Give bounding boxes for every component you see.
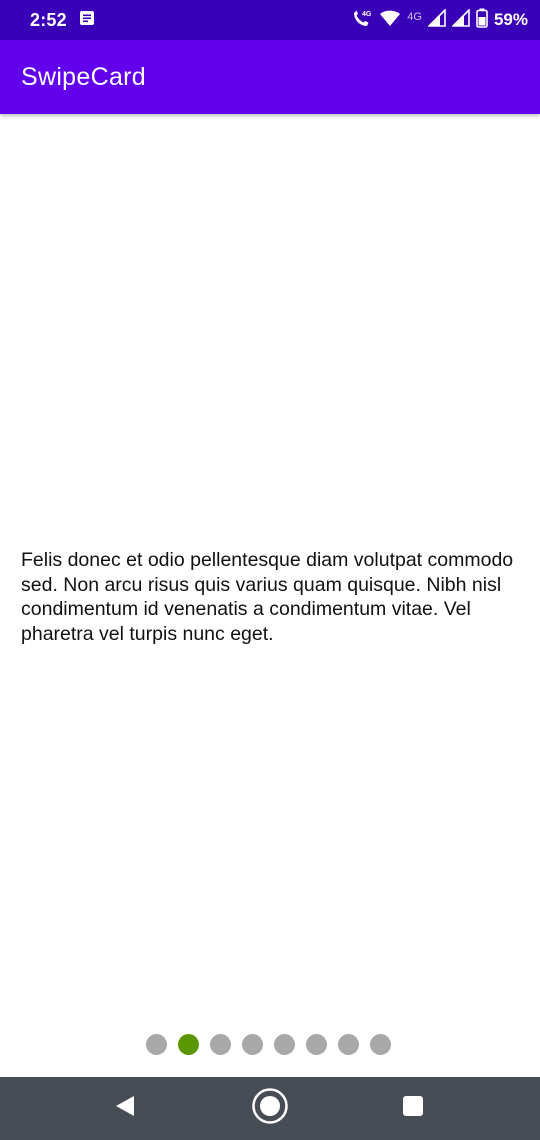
card-text: Felis donec et odio pellentesque diam vo… — [21, 549, 514, 645]
signal-icon — [451, 7, 470, 32]
status-bar: 2:52 4G 4G 59% — [0, 0, 540, 40]
navigation-bar — [0, 1077, 540, 1140]
wifi-icon — [379, 9, 401, 32]
app-title: SwipeCard — [21, 62, 146, 91]
back-icon — [114, 1094, 136, 1123]
status-left: 2:52 — [30, 10, 95, 31]
page-dot[interactable] — [370, 1034, 391, 1055]
battery-percent: 59% — [493, 10, 528, 29]
signal-icon — [427, 7, 446, 32]
back-button[interactable] — [85, 1077, 165, 1140]
page-dot[interactable] — [306, 1034, 327, 1055]
page-dot[interactable] — [338, 1034, 359, 1055]
home-icon — [251, 1087, 289, 1130]
notes-icon — [79, 10, 95, 31]
swipe-card[interactable]: Felis donec et odio pellentesque diam vo… — [0, 114, 540, 1014]
battery-icon — [476, 8, 488, 33]
page-dot[interactable] — [210, 1034, 231, 1055]
recents-button[interactable] — [373, 1077, 453, 1140]
network-type-label: 4G — [407, 11, 422, 23]
recents-icon — [402, 1095, 424, 1122]
page-dot[interactable] — [146, 1034, 167, 1055]
page-dot[interactable] — [242, 1034, 263, 1055]
page-indicator — [146, 1034, 391, 1055]
screen: 2:52 4G 4G 59% SwipeCard Felis donec et … — [0, 0, 540, 1140]
home-button[interactable] — [230, 1077, 310, 1140]
page-dot[interactable] — [274, 1034, 295, 1055]
page-dot-active[interactable] — [178, 1034, 199, 1055]
status-right: 4G 4G 59% — [351, 7, 528, 33]
app-bar: SwipeCard — [0, 40, 540, 114]
svg-text:4G: 4G — [362, 11, 372, 18]
volte-call-icon: 4G — [351, 8, 373, 33]
status-time: 2:52 — [30, 9, 67, 30]
